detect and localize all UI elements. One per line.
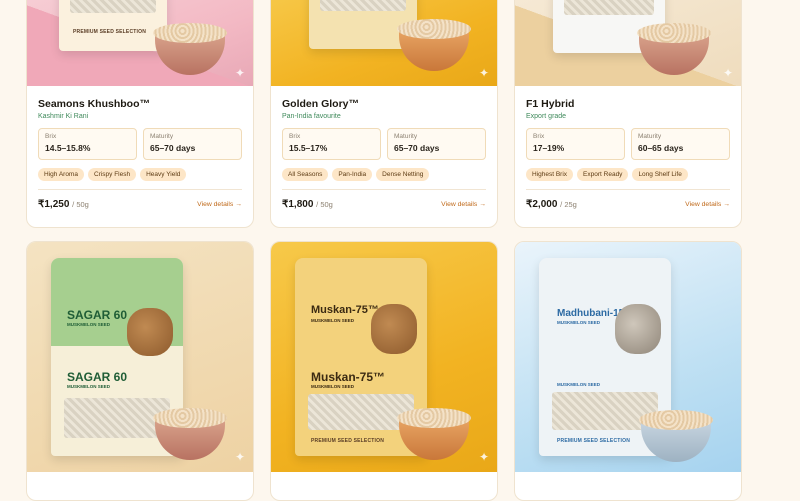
stat-value: 14.5–15.8% <box>45 143 91 153</box>
view-details-link[interactable]: View details → <box>685 201 730 208</box>
product-card[interactable]: Muskan-75™ MUSKMELON SEED Muskan-75™ MUS… <box>270 241 498 501</box>
packet-brand: Muskan-75™ <box>311 304 379 316</box>
stat-label: Maturity <box>638 133 662 140</box>
packet-subtitle-lower: MUSKMELON SEED <box>557 382 601 387</box>
sparkle-icon: ✦ <box>722 66 733 80</box>
product-card[interactable]: Madhubani-151 MUSKMELON SEED MUSKMELON S… <box>514 241 742 501</box>
product-image[interactable]: PREMIUM SEED SELECTION ✦ <box>27 0 253 86</box>
packet-subtitle: MUSKMELON SEED <box>67 322 111 327</box>
product-subtitle: Pan-India favourite <box>282 113 341 120</box>
product-image[interactable]: Muskan-75™ MUSKMELON SEED Muskan-75™ MUS… <box>271 242 497 472</box>
view-details-link[interactable]: View details → <box>441 201 486 208</box>
product-image[interactable]: ✦ <box>271 0 497 86</box>
packet-subtitle-lower: MUSKMELON SEED <box>311 384 355 389</box>
feature-tag: Pan-India <box>332 168 373 181</box>
sparkle-icon: ✦ <box>478 66 489 80</box>
price: ₹2,000 / 25g <box>526 199 577 210</box>
product-image[interactable]: SAGAR 60 MUSKMELON SEED SAGAR 60 MUSKMEL… <box>27 242 253 472</box>
sparkle-icon: ✦ <box>478 450 489 464</box>
stat-label: Maturity <box>150 133 174 140</box>
stat-label: Brix <box>289 133 301 140</box>
feature-tag: Long Shelf Life <box>632 168 688 181</box>
feature-tag: All Seasons <box>282 168 329 181</box>
seed-packet: PREMIUM SEED SELECTION <box>59 0 167 51</box>
product-image[interactable]: Madhubani-151 MUSKMELON SEED MUSKMELON S… <box>515 242 741 472</box>
stat-label: Maturity <box>394 133 418 140</box>
product-card[interactable]: ✦ Golden Glory™ Pan-India favourite Brix… <box>270 0 498 228</box>
stat-value: 65–70 days <box>394 143 440 153</box>
product-card[interactable]: PREMIUM SEED SELECTION ✦ Seamons Khushbo… <box>26 0 254 228</box>
price: ₹1,800 / 50g <box>282 199 333 210</box>
stat-brix: Brix 15.5–17% <box>282 128 381 160</box>
packet-subtitle-lower: MUSKMELON SEED <box>67 384 111 389</box>
packet-tagline: PREMIUM SEED SELECTION <box>311 438 385 444</box>
view-details-link[interactable]: View details → <box>197 201 242 208</box>
price-value: ₹1,800 <box>282 199 314 210</box>
product-title: Golden Glory™ <box>282 98 360 110</box>
product-subtitle: Kashmir Ki Rani <box>38 113 89 120</box>
feature-tag: Export Ready <box>577 168 629 181</box>
product-title: F1 Hybrid <box>526 98 575 110</box>
price-unit: / 50g <box>72 200 89 209</box>
product-subtitle: Export grade <box>526 113 567 120</box>
stat-brix: Brix 14.5–15.8% <box>38 128 137 160</box>
packet-brand-lower: Muskan-75™ <box>311 370 386 384</box>
sparkle-icon: ✦ <box>234 450 245 464</box>
packet-brand: SAGAR 60 <box>67 308 128 322</box>
stat-value: 15.5–17% <box>289 143 328 153</box>
nut-mix-illustration <box>127 308 173 356</box>
price-unit: / 25g <box>560 200 577 209</box>
stat-label: Brix <box>45 133 57 140</box>
price-value: ₹1,250 <box>38 199 70 210</box>
feature-tag: High Aroma <box>38 168 84 181</box>
divider <box>38 189 242 190</box>
stat-value: 60–65 days <box>638 143 684 153</box>
stat-maturity: Maturity 65–70 days <box>143 128 242 160</box>
price-unit: / 50g <box>316 200 333 209</box>
stat-brix: Brix 17–19% <box>526 128 625 160</box>
stat-value: 65–70 days <box>150 143 196 153</box>
feature-tag: Crispy Flesh <box>87 168 137 181</box>
feature-tag: Heavy Yield <box>140 168 187 181</box>
packet-tagline: PREMIUM SEED SELECTION <box>557 438 631 444</box>
stat-label: Brix <box>533 133 545 140</box>
price: ₹1,250 / 50g <box>38 199 89 210</box>
packet-subtitle: MUSKMELON SEED <box>557 320 601 325</box>
divider <box>282 189 486 190</box>
sparkle-icon: ✦ <box>234 66 245 80</box>
product-image[interactable]: ✦ <box>515 0 741 86</box>
stat-value: 17–19% <box>533 143 565 153</box>
nut-mix-illustration <box>371 304 417 354</box>
feature-tag: Highest Brix <box>526 168 574 181</box>
product-card[interactable]: ✦ F1 Hybrid Export grade Brix 17–19% Mat… <box>514 0 742 228</box>
divider <box>526 189 730 190</box>
price-value: ₹2,000 <box>526 199 558 210</box>
packet-subtitle: MUSKMELON SEED <box>311 318 355 323</box>
product-card[interactable]: SAGAR 60 MUSKMELON SEED SAGAR 60 MUSKMEL… <box>26 241 254 501</box>
nut-mix-illustration <box>615 304 661 354</box>
packet-tagline: PREMIUM SEED SELECTION <box>73 29 147 35</box>
stat-maturity: Maturity 65–70 days <box>387 128 486 160</box>
stat-maturity: Maturity 60–65 days <box>631 128 730 160</box>
packet-brand-lower: SAGAR 60 <box>67 370 128 384</box>
product-title: Seamons Khushboo™ <box>38 98 151 110</box>
feature-tag: Dense Netting <box>376 168 430 181</box>
seed-bowl <box>397 19 471 71</box>
